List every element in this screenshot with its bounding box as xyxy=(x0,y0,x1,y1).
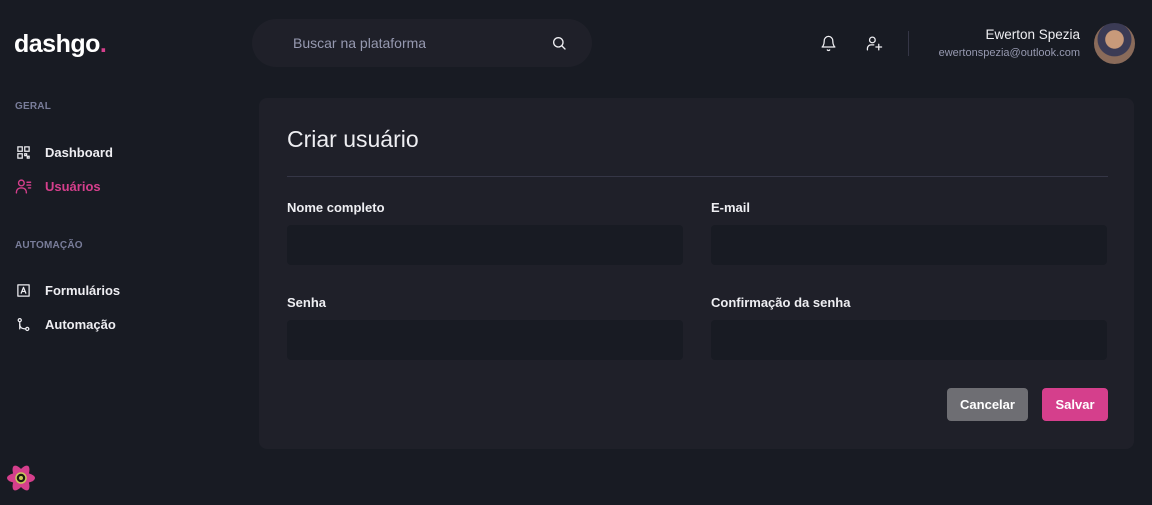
sidebar-item-usuarios[interactable]: Usuários xyxy=(15,178,101,195)
logo-dot: . xyxy=(99,30,107,58)
password-confirmation-label: Confirmação da senha xyxy=(711,295,851,310)
app-root: dashgo. Ewerton Spezia ewertonspezia@out… xyxy=(0,0,1152,505)
search-bar[interactable] xyxy=(252,19,592,67)
name-field[interactable] xyxy=(287,225,683,265)
sidebar-item-label: Automação xyxy=(45,317,116,332)
profile-name: Ewerton Spezia xyxy=(985,27,1080,42)
email-label: E-mail xyxy=(711,200,751,215)
profile-email: ewertonspezia@outlook.com xyxy=(938,47,1080,59)
sidebar-item-label: Formulários xyxy=(45,283,121,298)
git-merge-icon xyxy=(15,316,32,333)
sidebar-section-geral: GERAL xyxy=(15,101,51,112)
password-label: Senha xyxy=(287,295,327,310)
sidebar-item-dashboard[interactable]: Dashboard xyxy=(15,144,113,161)
name-label: Nome completo xyxy=(287,200,385,215)
header-divider xyxy=(908,31,909,56)
user-add-icon[interactable] xyxy=(864,33,884,53)
title-divider xyxy=(287,176,1108,177)
search-input[interactable] xyxy=(293,35,550,51)
cancel-button[interactable]: Cancelar xyxy=(947,388,1028,421)
sidebar-item-label: Dashboard xyxy=(45,145,113,160)
bell-icon[interactable] xyxy=(818,33,838,53)
dashboard-icon xyxy=(15,144,32,161)
password-confirmation-field[interactable] xyxy=(711,320,1107,360)
avatar[interactable] xyxy=(1094,23,1135,64)
logo-text: dashgo xyxy=(14,30,100,58)
search-icon[interactable] xyxy=(550,34,568,52)
email-field[interactable] xyxy=(711,225,1107,265)
sidebar-item-formularios[interactable]: Formulários xyxy=(15,282,120,299)
save-button[interactable]: Salvar xyxy=(1042,388,1108,421)
create-user-card: Criar usuário Nome completo E-mail Senha… xyxy=(259,98,1134,449)
password-field[interactable] xyxy=(287,320,683,360)
sidebar-item-label: Usuários xyxy=(45,179,101,194)
page-title: Criar usuário xyxy=(287,126,419,152)
sidebar-section-automacao: AUTOMAÇÃO xyxy=(15,240,83,251)
sidebar-item-automacao[interactable]: Automação xyxy=(15,316,116,333)
form-icon xyxy=(15,282,32,299)
header-actions xyxy=(818,33,884,53)
react-icon[interactable] xyxy=(4,461,38,495)
users-icon xyxy=(15,178,32,195)
app-logo: dashgo. xyxy=(14,30,107,59)
